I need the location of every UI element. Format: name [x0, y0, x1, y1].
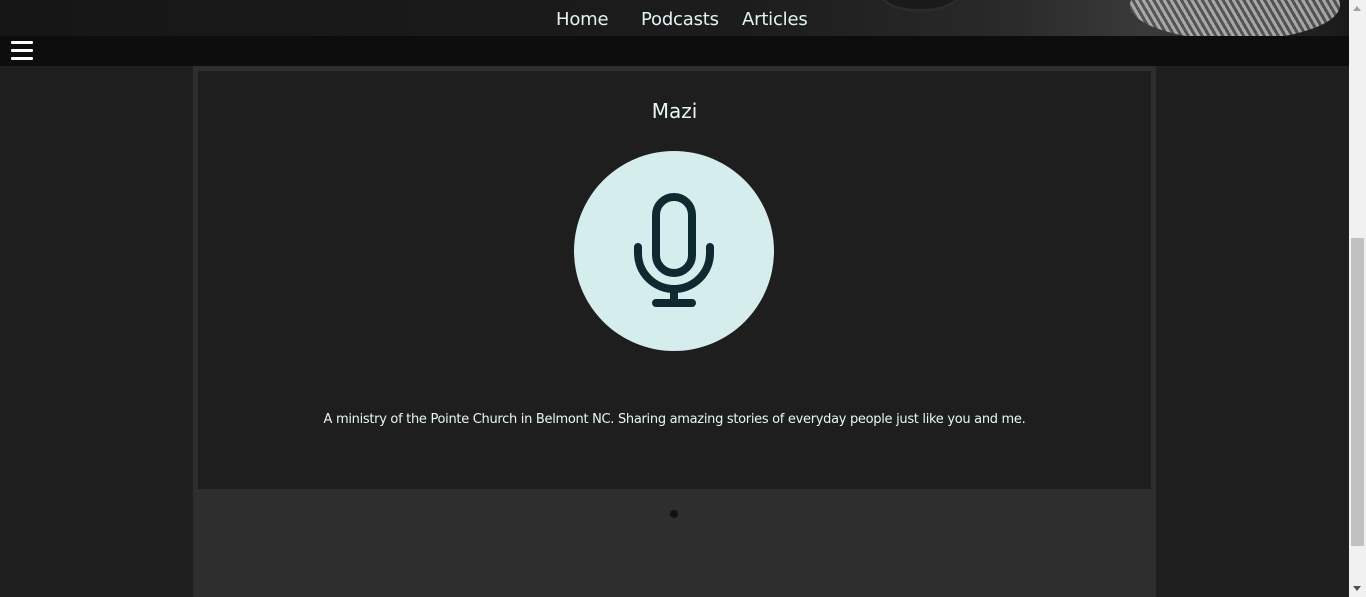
podcast-description: A ministry of the Pointe Church in Belmo…: [323, 412, 1026, 427]
nav-link-home[interactable]: Home: [556, 9, 609, 30]
menu-bar: [0, 36, 1349, 66]
nav-link-podcasts[interactable]: Podcasts: [641, 9, 719, 30]
hamburger-menu-icon[interactable]: [11, 41, 33, 60]
carousel-dot[interactable]: [670, 510, 678, 518]
microphone-icon: [634, 193, 714, 307]
podcast-artwork[interactable]: [574, 151, 774, 351]
page: Home Podcasts Articles Mazi A ministry o…: [0, 0, 1349, 597]
nav-link-articles[interactable]: Articles: [742, 9, 808, 30]
main-nav: Home Podcasts Articles: [0, 0, 1349, 36]
podcast-title[interactable]: Mazi: [198, 99, 1151, 123]
scroll-down-arrow-icon[interactable]: [1349, 580, 1366, 597]
vertical-scrollbar[interactable]: [1349, 0, 1366, 597]
podcast-card: Mazi A ministry of the Pointe Church in …: [198, 71, 1151, 489]
header-banner: Home Podcasts Articles: [0, 0, 1349, 36]
scroll-up-arrow-icon[interactable]: [1349, 0, 1366, 17]
scrollbar-thumb[interactable]: [1351, 238, 1364, 546]
